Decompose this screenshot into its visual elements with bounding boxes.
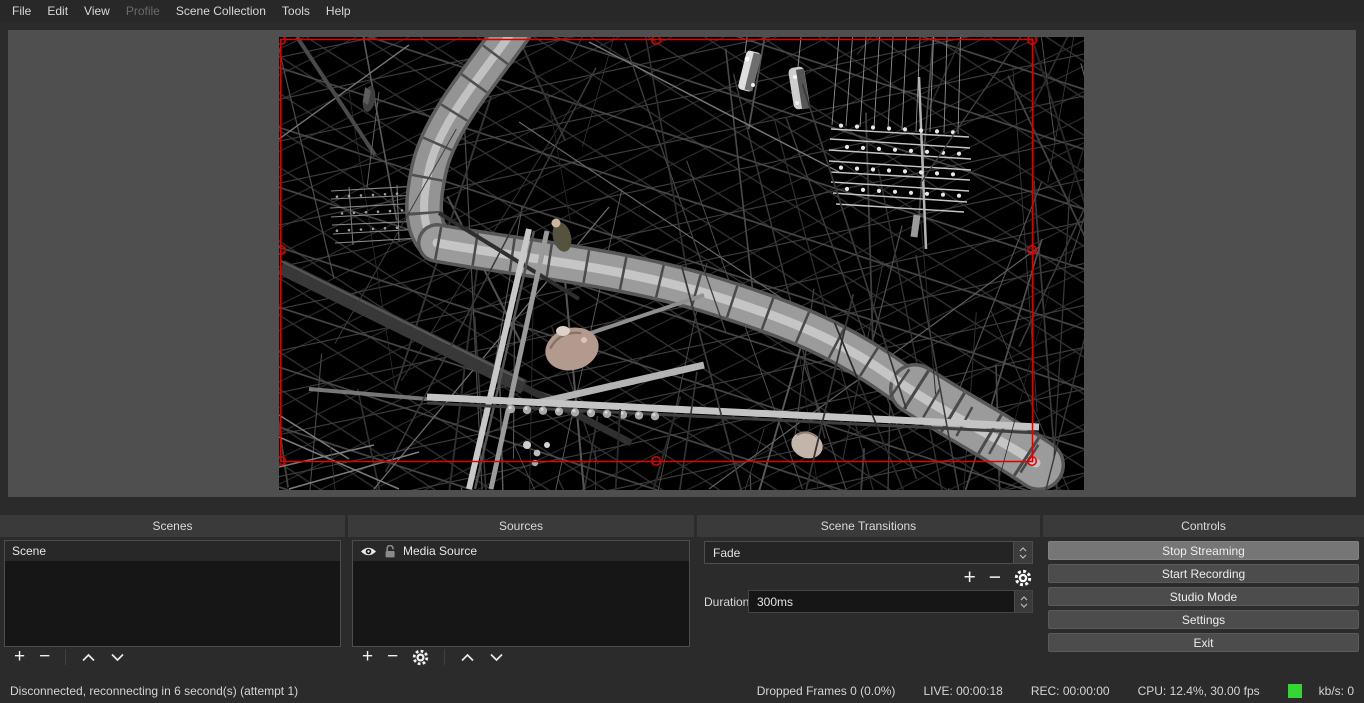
transition-select-arrows[interactable] (1013, 542, 1032, 563)
chevron-down-icon (110, 653, 125, 662)
scene-list-item[interactable]: Scene (5, 541, 340, 561)
toolbar-separator (65, 649, 66, 665)
bitrate-status: kb/s: 0 (1319, 684, 1354, 698)
add-scene-button[interactable]: + (14, 650, 25, 664)
rec-timer: REC: 00:00:00 (1031, 684, 1110, 698)
menu-file[interactable]: File (4, 1, 39, 21)
sources-panel: Sources Media Source + − (348, 515, 694, 672)
scenes-panel: Scenes Scene + − (0, 515, 345, 672)
controls-panel: Controls Stop Streaming Start Recording … (1043, 515, 1364, 672)
remove-transition-button[interactable]: − (989, 571, 1001, 585)
add-transition-button[interactable]: + (963, 571, 975, 585)
chevron-down-icon (1019, 554, 1027, 559)
menu-bar: File Edit View Profile Scene Collection … (0, 0, 1364, 22)
chevron-up-icon (1019, 547, 1027, 552)
video-frame (279, 37, 1084, 490)
congestion-indicator (1288, 684, 1302, 698)
stop-streaming-button[interactable]: Stop Streaming (1048, 541, 1359, 560)
dropped-frames-status: Dropped Frames 0 (0.0%) (757, 684, 896, 698)
unlocked-padlock-icon[interactable] (384, 545, 396, 558)
move-scene-up-button[interactable] (81, 653, 96, 662)
remove-scene-button[interactable]: − (39, 650, 50, 664)
chevron-down-icon (489, 653, 504, 662)
duration-value: 300ms (749, 595, 1014, 609)
move-source-down-button[interactable] (489, 653, 504, 662)
studio-mode-button[interactable]: Studio Mode (1048, 587, 1359, 606)
scenes-panel-title: Scenes (152, 519, 192, 533)
duration-label: Duration (704, 595, 748, 609)
live-timer: LIVE: 00:00:18 (923, 684, 1002, 698)
source-list-item[interactable]: Media Source (353, 541, 689, 561)
scenes-panel-header[interactable]: Scenes (0, 515, 345, 537)
source-name: Media Source (403, 544, 477, 558)
menu-tools[interactable]: Tools (274, 1, 318, 21)
settings-button[interactable]: Settings (1048, 610, 1359, 629)
transition-select[interactable]: Fade (704, 541, 1033, 564)
sources-toolbar: + − (352, 645, 690, 669)
duration-spinner[interactable] (1014, 591, 1032, 612)
menu-scene-collection[interactable]: Scene Collection (168, 1, 274, 21)
chevron-up-icon (460, 653, 475, 662)
preview-area (8, 30, 1356, 497)
chevron-up-icon (81, 653, 96, 662)
transition-duration-row: Duration 300ms (704, 591, 1033, 612)
move-scene-down-button[interactable] (110, 653, 125, 662)
sources-list: Media Source (352, 540, 690, 647)
controls-panel-header[interactable]: Controls (1043, 515, 1364, 537)
source-properties-gear-button[interactable] (412, 649, 429, 666)
controls-panel-title: Controls (1181, 519, 1226, 533)
transition-properties-gear-button[interactable] (1014, 569, 1032, 587)
cpu-fps-status: CPU: 12.4%, 30.00 fps (1138, 684, 1260, 698)
sources-panel-header[interactable]: Sources (348, 515, 694, 537)
scenes-toolbar: + − (4, 645, 341, 669)
remove-source-button[interactable]: − (387, 650, 398, 664)
gear-icon (1014, 569, 1032, 587)
move-source-up-button[interactable] (460, 653, 475, 662)
scene-transitions-panel: Scene Transitions Fade + − Duration 300m… (697, 515, 1040, 672)
chevron-down-icon (1020, 603, 1028, 608)
transition-selected-value: Fade (705, 546, 1013, 560)
menu-profile: Profile (118, 1, 168, 21)
menu-view[interactable]: View (76, 1, 118, 21)
add-source-button[interactable]: + (362, 650, 373, 664)
transition-duration-input[interactable]: 300ms (748, 590, 1033, 613)
obs-main-window: File Edit View Profile Scene Collection … (0, 0, 1364, 703)
connection-status-message: Disconnected, reconnecting in 6 second(s… (10, 684, 298, 698)
video-canvas[interactable] (279, 37, 1084, 490)
status-bar: Disconnected, reconnecting in 6 second(s… (0, 679, 1364, 703)
scene-name: Scene (12, 544, 46, 558)
menu-help[interactable]: Help (318, 1, 359, 21)
visibility-eye-icon[interactable] (360, 546, 377, 557)
exit-button[interactable]: Exit (1048, 633, 1359, 652)
scene-transitions-title: Scene Transitions (821, 519, 916, 533)
transition-toolbar: + − (963, 567, 1032, 589)
start-recording-button[interactable]: Start Recording (1048, 564, 1359, 583)
gear-icon (412, 649, 429, 666)
chevron-up-icon (1020, 596, 1028, 601)
sources-panel-title: Sources (499, 519, 543, 533)
toolbar-separator (444, 649, 445, 665)
scenes-list: Scene (4, 540, 341, 647)
scene-transitions-header[interactable]: Scene Transitions (697, 515, 1040, 537)
menu-edit[interactable]: Edit (39, 1, 76, 21)
